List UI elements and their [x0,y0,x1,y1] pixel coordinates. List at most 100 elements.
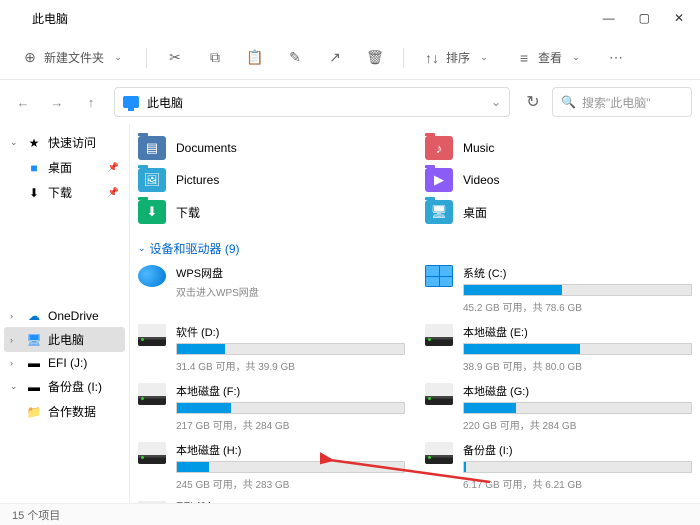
close-button[interactable]: ✕ [674,11,684,25]
devices-header[interactable]: ⌄ 设备和驱动器 (9) [138,240,692,257]
drive-item[interactable]: WPS网盘双击进入WPS网盘 [138,265,405,314]
copy-button[interactable]: ⧉ [197,44,233,72]
desktop-icon: 🖥 [425,200,453,224]
sidebar-item-desktop[interactable]: ■ 桌面 📌 [4,155,125,180]
usage-bar [463,284,692,296]
drive-stat: 45.2 GB 可用，共 78.6 GB [463,299,692,314]
drive-name: 系统 (C:) [463,265,692,281]
sidebar-label: 备份盘 (I:) [48,378,102,395]
main-area: ⌄ ★ 快速访问 ■ 桌面 📌 ⬇ 下载 📌 › ☁ OneDrive › 🖥 … [0,124,700,503]
sidebar-label: OneDrive [48,309,99,323]
folder-label: Music [463,141,494,155]
drive-info: 系统 (C:) 45.2 GB 可用，共 78.6 GB [463,265,692,314]
drive-info: 本地磁盘 (E:)38.9 GB 可用，共 80.0 GB [463,324,692,373]
hdd-icon [425,324,453,346]
drive-name: WPS网盘 [176,265,405,281]
folder-label: Pictures [176,173,219,187]
sidebar-label: 快速访问 [48,134,96,151]
drive-item[interactable]: 备份盘 (I:)6.17 GB 可用，共 6.21 GB [425,442,692,491]
usage-bar [463,402,692,414]
usage-bar [176,461,405,473]
chevron-right-icon: › [10,335,20,345]
delete-icon: 🗑 [367,50,383,66]
drive-item[interactable]: 系统 (C:) 45.2 GB 可用，共 78.6 GB [425,265,692,314]
folder-downloads[interactable]: ⬇下载 [138,200,405,224]
drive-info: EFI (J:)109 MB 可用，共 449 MB [176,501,405,503]
sidebar-label: 合作数据 [48,403,96,420]
refresh-button[interactable]: ↻ [518,87,548,117]
sort-button[interactable]: ↑↓ 排序 ⌄ [414,43,502,72]
chevron-down-icon: ⌄ [110,50,126,66]
separator [403,48,404,68]
sidebar-item-downloads[interactable]: ⬇ 下载 📌 [4,180,125,205]
search-placeholder: 搜索"此电脑" [582,94,651,111]
drive-item[interactable]: 本地磁盘 (H:)245 GB 可用，共 283 GB [138,442,405,491]
paste-button[interactable]: 📋 [237,44,273,72]
folder-label: Videos [463,173,499,187]
cut-button[interactable]: ✂ [157,44,193,72]
view-label: 查看 [538,49,562,66]
folder-desktop[interactable]: 🖥桌面 [425,200,692,224]
pc-icon: 🖥 [26,333,42,347]
folder-videos[interactable]: ▶Videos [425,168,692,192]
delete-button[interactable]: 🗑 [357,44,393,72]
drive-stat: 245 GB 可用，共 283 GB [176,476,405,491]
drive-icon: ▬ [26,380,42,394]
drive-item[interactable]: 本地磁盘 (E:)38.9 GB 可用，共 80.0 GB [425,324,692,373]
sidebar-label: 下载 [48,184,72,201]
drive-name: 软件 (D:) [176,324,405,340]
maximize-button[interactable]: ▢ [639,11,650,25]
content-pane: ▤Documents ♪Music 🖼Pictures ▶Videos ⬇下载 … [130,124,700,503]
back-button[interactable]: ← [8,87,38,117]
drive-item[interactable]: 本地磁盘 (F:)217 GB 可用，共 284 GB [138,383,405,432]
pin-icon: 📌 [108,187,119,198]
new-folder-button[interactable]: ⊕ 新建文件夹 ⌄ [12,43,136,72]
drive-info: 本地磁盘 (G:)220 GB 可用，共 284 GB [463,383,692,432]
drive-item[interactable]: 本地磁盘 (G:)220 GB 可用，共 284 GB [425,383,692,432]
folder-pictures[interactable]: 🖼Pictures [138,168,405,192]
drive-name: 本地磁盘 (E:) [463,324,692,340]
hdd-icon [138,383,166,405]
forward-button[interactable]: → [42,87,72,117]
sidebar-item-backup[interactable]: ⌄ ▬ 备份盘 (I:) [4,374,125,399]
sort-label: 排序 [446,49,470,66]
sort-icon: ↑↓ [424,50,440,66]
search-input[interactable]: 🔍 搜索"此电脑" [552,87,692,117]
drive-icon: ▬ [26,356,42,370]
folder-music[interactable]: ♪Music [425,136,692,160]
chevron-down-icon[interactable]: ⌄ [491,95,501,109]
chevron-down-icon: ⌄ [476,50,492,66]
chevron-right-icon: › [10,311,20,321]
toolbar: ⊕ 新建文件夹 ⌄ ✂ ⧉ 📋 ✎ ↗ 🗑 ↑↓ 排序 ⌄ ≡ 查看 ⌄ ⋯ [0,36,700,80]
pc-icon [123,96,139,108]
sidebar-label: EFI (J:) [48,356,87,370]
address-bar[interactable]: 此电脑 ⌄ [114,87,510,117]
folder-documents[interactable]: ▤Documents [138,136,405,160]
copy-icon: ⧉ [207,50,223,66]
up-button[interactable]: ↑ [76,87,106,117]
more-button[interactable]: ⋯ [598,44,634,72]
minimize-button[interactable]: — [603,11,615,25]
drive-item[interactable]: 软件 (D:)31.4 GB 可用，共 39.9 GB [138,324,405,373]
sidebar-item-this-pc[interactable]: › 🖥 此电脑 [4,327,125,352]
share-button[interactable]: ↗ [317,44,353,72]
star-icon: ★ [26,136,42,150]
drive-name: 备份盘 (I:) [463,442,692,458]
sidebar-item-onedrive[interactable]: › ☁ OneDrive [4,305,125,327]
drive-item[interactable]: EFI (J:)109 MB 可用，共 449 MB [138,501,405,503]
sidebar-item-coop[interactable]: 📁 合作数据 [4,399,125,424]
chevron-down-icon: ⌄ [568,50,584,66]
hdd-icon [425,442,453,464]
sidebar-item-quick-access[interactable]: ⌄ ★ 快速访问 [4,130,125,155]
sidebar-item-efi[interactable]: › ▬ EFI (J:) [4,352,125,374]
item-count: 15 个项目 [12,507,60,523]
sidebar-label: 桌面 [48,159,72,176]
statusbar: 15 个项目 [0,503,700,525]
folders-grid: ▤Documents ♪Music 🖼Pictures ▶Videos ⬇下载 … [138,136,692,224]
usage-bar [176,343,405,355]
usage-bar [463,343,692,355]
drive-name: EFI (J:) [176,501,405,503]
view-button[interactable]: ≡ 查看 ⌄ [506,43,594,72]
rename-button[interactable]: ✎ [277,44,313,72]
window-title: 此电脑 [32,10,68,27]
